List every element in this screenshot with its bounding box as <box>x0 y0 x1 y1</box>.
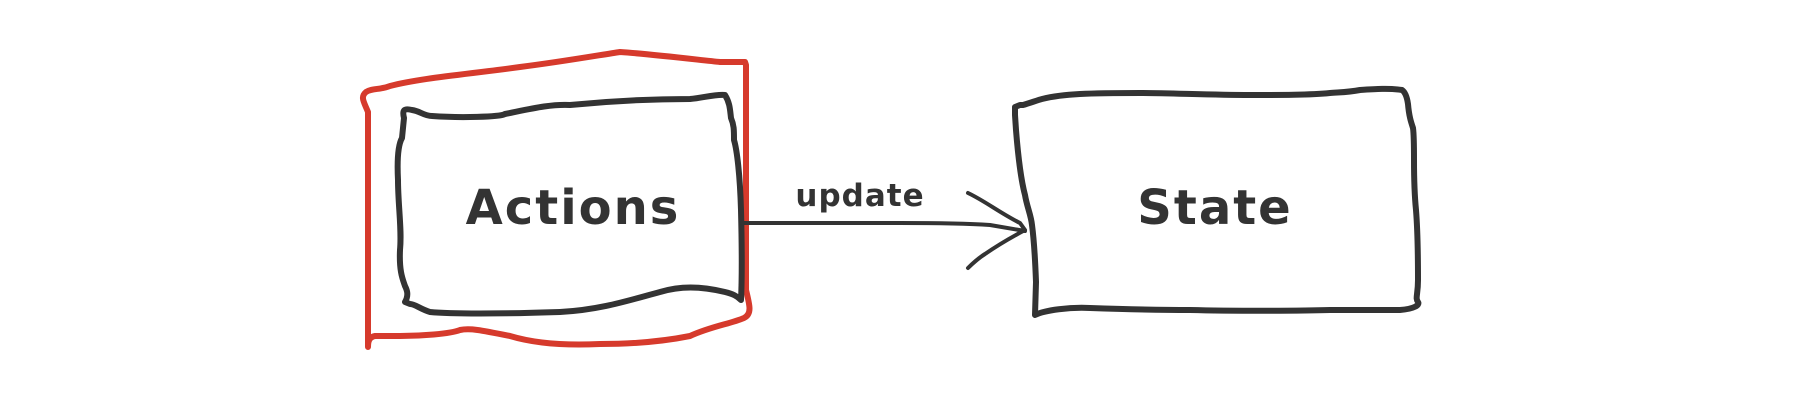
update-edge-line[interactable] <box>739 221 1027 233</box>
diagram-canvas: Actions State update <box>359 49 1422 350</box>
update-edge-label: update <box>795 178 924 214</box>
actions-node-label: Actions <box>466 180 681 236</box>
state-node-label: State <box>1137 180 1292 236</box>
